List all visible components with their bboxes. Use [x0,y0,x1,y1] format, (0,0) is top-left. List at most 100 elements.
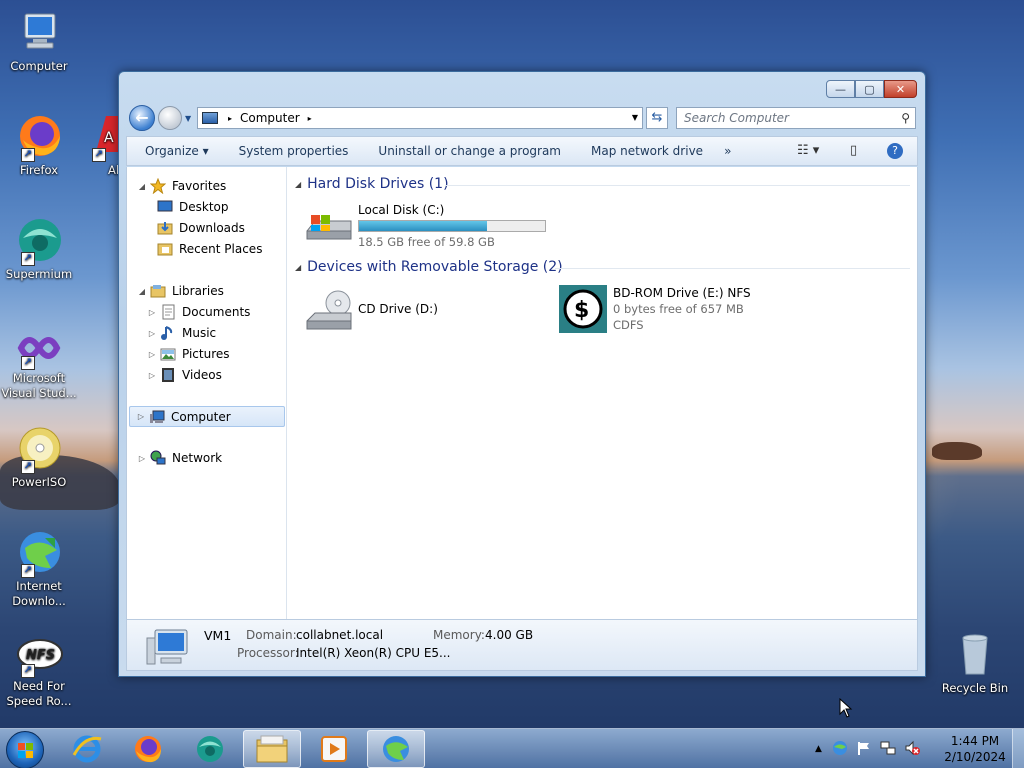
search-icon[interactable]: ⚲ [901,108,910,128]
group-title: Devices with Removable Storage (2) [307,259,563,275]
collapse-arrow-icon[interactable]: ▷ [136,412,146,421]
recent-pages-dropdown[interactable]: ▼ [185,114,191,123]
desktop-icon-label: Recycle Bin [941,681,1009,695]
rocks-decoration [932,442,982,460]
group-title: Hard Disk Drives (1) [307,176,449,192]
nav-desktop[interactable]: Desktop [157,197,229,217]
expand-arrow-icon[interactable]: ◢ [137,182,147,191]
recycle-bin-icon [951,630,999,678]
address-dropdown-icon[interactable]: ▼ [632,113,638,122]
firefox-icon: ↗ [15,112,63,162]
nav-recent-places[interactable]: Recent Places [157,239,262,259]
taskbar-internet-download-manager[interactable] [367,730,425,768]
system-properties-button[interactable]: System properties [224,144,364,158]
taskbar-firefox[interactable] [119,730,177,768]
map-network-drive-button[interactable]: Map network drive [576,144,718,158]
clock-time: 1:44 PM [950,734,1000,748]
breadcrumb-separator[interactable]: ▸ [228,114,232,123]
more-commands-button[interactable]: » [718,144,746,158]
back-button[interactable]: ← [129,105,155,131]
preview-pane-icon[interactable]: ▯ [850,143,857,158]
taskbar-media-player[interactable] [305,730,363,768]
group-removable-storage[interactable]: ◢ Devices with Removable Storage (2) [295,259,563,275]
forward-button[interactable] [158,106,182,130]
breadcrumb-computer[interactable]: Computer [240,111,300,125]
nav-favorites[interactable]: ◢ Favorites [137,176,226,196]
computer-large-icon [145,628,189,666]
desktop-icon-poweriso[interactable]: ↗ PowerISO [1,424,77,490]
desktop-icon-supermium[interactable]: ↗ Supermium [1,216,77,282]
firefox-icon [135,736,161,763]
desktop-icon-label: Computer [10,59,68,73]
memory-value: 4.00 GB [485,628,534,642]
nav-computer[interactable]: ▷ Computer [129,406,285,427]
documents-icon [160,304,176,320]
collapse-arrow-icon[interactable]: ▷ [147,329,157,338]
drives-view: ◢ Hard Disk Drives (1) Local Disk (C:) 1… [295,167,915,619]
idm-icon [383,736,409,762]
desktop-icon-label: PowerISO [11,475,67,489]
explorer-window: — ▢ ✕ ← ▼ ▸ Computer ▸ ▼ ⇆ Search Comput… [118,71,926,677]
navigation-bar: ← ▼ ▸ Computer ▸ ▼ ⇆ Search Computer ⚲ [127,105,917,131]
nav-label: Network [172,451,223,465]
group-collapse-icon[interactable]: ◢ [295,180,301,189]
nav-network[interactable]: ▷ Network [137,448,222,468]
domain-label: Domain: [246,628,297,642]
network-icon [150,450,166,466]
change-view-icon[interactable]: ☷ ▾ [797,143,819,158]
drive-local-disk-c[interactable]: Local Disk (C:) 18.5 GB free of 59.8 GB [305,203,565,253]
clock[interactable]: 1:44 PM 2/10/2024 [940,733,1010,765]
desktop-icon-computer[interactable]: Computer [1,8,77,74]
collapse-arrow-icon[interactable]: ▷ [147,350,157,359]
desktop-icon-visual-studio[interactable]: ↗ Microsoft Visual Stud... [1,328,77,401]
maximize-button[interactable]: ▢ [855,80,884,98]
domain-value: collabnet.local [296,628,384,642]
collapse-arrow-icon[interactable]: ▷ [147,308,157,317]
taskbar-internet-explorer[interactable] [58,730,116,768]
minimize-button[interactable]: — [826,80,855,98]
drive-bd-rom-e[interactable]: $ BD-ROM Drive (E:) NFS 0 bytes free of … [559,285,859,335]
nav-pictures[interactable]: ▷ Pictures [147,344,230,364]
desktop-icon-recycle-bin[interactable]: Recycle Bin [937,630,1013,696]
nav-label: Recent Places [179,242,263,256]
organize-button[interactable]: Organize ▾ [127,144,224,158]
nav-videos[interactable]: ▷ Videos [147,365,222,385]
group-hard-disk-drives[interactable]: ◢ Hard Disk Drives (1) [295,176,449,192]
network-tray-icon[interactable] [880,740,896,759]
collapse-arrow-icon[interactable]: ▷ [147,371,157,380]
collapse-arrow-icon[interactable]: ▷ [137,454,147,463]
address-bar[interactable]: ▸ Computer ▸ ▼ [197,107,643,129]
drive-cd-d[interactable]: CD Drive (D:) [305,287,545,337]
show-desktop-button[interactable] [1012,729,1024,768]
idm-tray-icon[interactable] [832,740,848,759]
search-input[interactable]: Search Computer ⚲ [676,107,916,129]
computer-small-icon [149,409,165,425]
nav-label: Pictures [182,347,230,361]
desktop-icon-nfs[interactable]: NFS ↗ Need For Speed Ro... [1,636,77,709]
drive-file-system: CDFS [613,318,644,332]
group-collapse-icon[interactable]: ◢ [295,263,301,272]
computer-small-icon [202,112,218,124]
taskbar-supermium[interactable] [181,730,239,768]
nav-downloads[interactable]: Downloads [157,218,245,238]
taskbar-windows-explorer[interactable] [243,730,301,768]
processor-label: Processor: [237,646,299,660]
breadcrumb-separator[interactable]: ▸ [308,114,312,123]
uninstall-program-button[interactable]: Uninstall or change a program [363,144,576,158]
nav-documents[interactable]: ▷ Documents [147,302,250,322]
volume-muted-icon[interactable] [904,740,920,759]
desktop-icon-label: Microsoft Visual Stud... [1,371,77,400]
expand-arrow-icon[interactable]: ◢ [137,287,147,296]
desktop-icon-firefox[interactable]: ↗ Firefox [1,112,77,178]
show-hidden-icons-button[interactable]: ▲ [815,744,822,754]
nav-music[interactable]: ▷ Music [147,323,216,343]
action-center-flag-icon[interactable] [856,740,872,759]
refresh-button[interactable]: ⇆ [646,107,668,129]
desktop-icon-internet-download[interactable]: ↗ Internet Downlo... [1,528,77,609]
help-icon[interactable]: ? [887,143,903,159]
group-divider [555,268,910,269]
close-button[interactable]: ✕ [884,80,917,98]
desktop-icon-alcohol[interactable]: A ↗ Alcoho... [80,112,122,178]
start-button[interactable] [6,731,44,768]
nav-libraries[interactable]: ◢ Libraries [137,281,224,301]
